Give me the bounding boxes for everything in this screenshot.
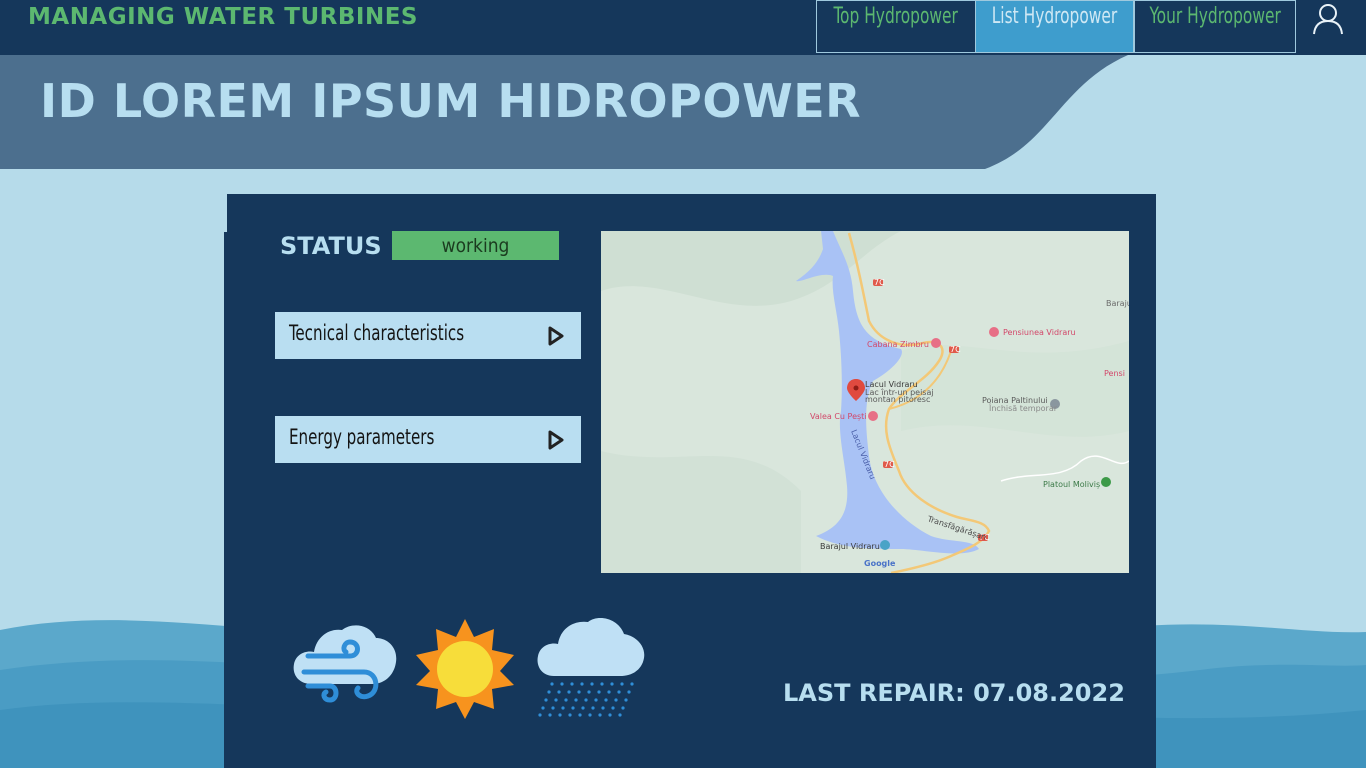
cloud-rain-icon — [537, 618, 645, 717]
status-badge: working — [392, 231, 559, 260]
brand-title: MANAGING WATER TURBINES — [28, 4, 418, 30]
technical-characteristics-button[interactable]: Tecnical characteristics — [275, 312, 581, 359]
tab-list-hydropower[interactable]: List Hydropower — [975, 0, 1134, 53]
map-road-label: 7C — [950, 345, 961, 354]
energy-parameters-button[interactable]: Energy parameters — [275, 416, 581, 463]
map-road-label: 7C — [884, 460, 895, 469]
map-label-pensi: Pensi — [1104, 369, 1125, 378]
map-label-poiana-status: Închisă temporar — [988, 402, 1058, 413]
google-logo: Google — [864, 559, 896, 568]
status-label: STATUS — [280, 232, 382, 260]
map-label-lake-desc: montan pitoresc — [865, 395, 930, 404]
tab-your-hydropower[interactable]: Your Hydropower — [1134, 0, 1296, 53]
tab-top-hydropower[interactable]: Top Hydropower — [816, 0, 976, 53]
map-road-label: 7C — [874, 278, 885, 287]
sun-icon — [416, 619, 514, 719]
page-title: ID LOREM IPSUM HIDROPOWER — [40, 74, 862, 128]
tab-top-hydropower-label: Top Hydropower — [833, 4, 959, 29]
top-navigation-bar: MANAGING WATER TURBINES Top Hydropower L… — [0, 0, 1366, 55]
cloud-wind-icon — [293, 625, 397, 703]
map-label-barajul: Barajul Vidraru — [820, 542, 880, 551]
play-arrow-icon — [548, 326, 564, 346]
map-label-cabana: Cabana Zimbru — [867, 340, 929, 349]
card-notch — [224, 194, 227, 232]
last-repair-date: LAST REPAIR: 07.08.2022 — [783, 679, 1125, 707]
map-label-valea: Valea Cu Pești — [810, 412, 867, 422]
play-arrow-icon — [548, 430, 564, 450]
energy-parameters-label: Energy parameters — [289, 425, 435, 449]
location-map[interactable]: 7C 7C 7C 7C Cabana Zimbru Pensiunea Vidr… — [601, 231, 1129, 573]
map-label-baraj: Baraju — [1106, 299, 1129, 308]
map-label-pensiunea: Pensiunea Vidraru — [1003, 328, 1076, 337]
tab-your-hydropower-label: Your Hydropower — [1149, 4, 1281, 29]
technical-characteristics-label: Tecnical characteristics — [289, 321, 465, 345]
map-label-platoul: Platoul Moliviș — [1043, 480, 1100, 490]
tab-list-hydropower-label: List Hydropower — [991, 4, 1118, 29]
user-icon[interactable] — [1311, 2, 1345, 36]
